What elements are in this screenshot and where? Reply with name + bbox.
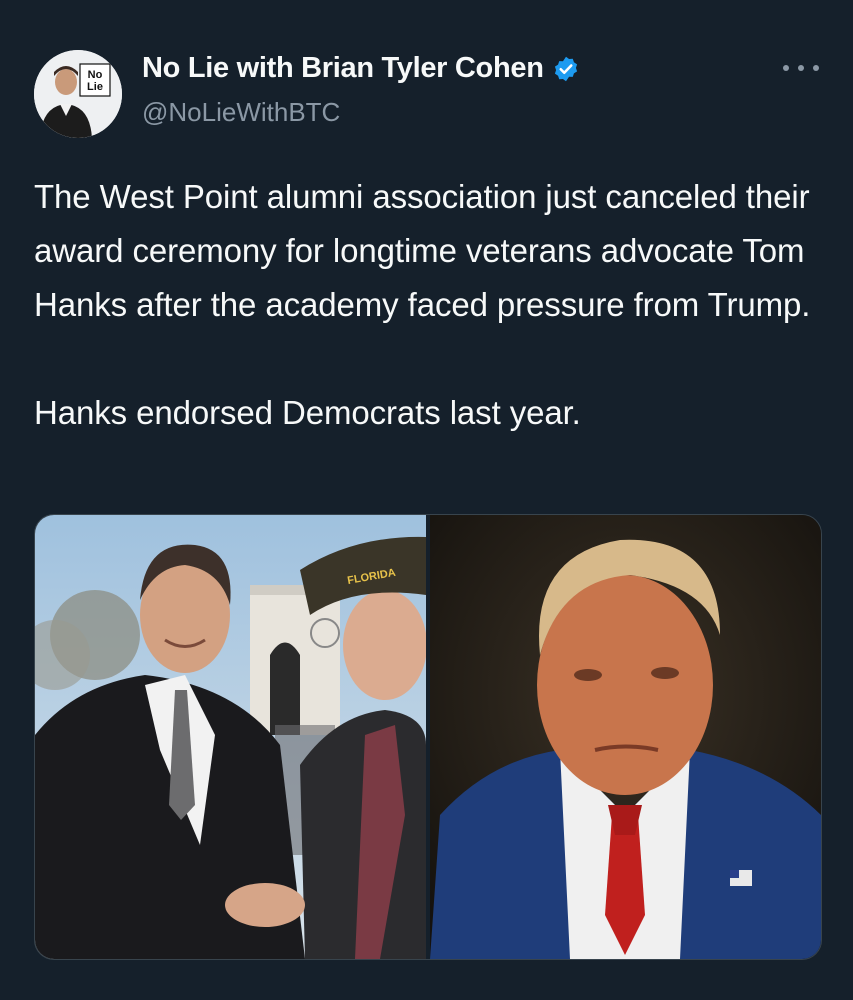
tweet-card[interactable]: No Lie No Lie with Brian Tyler Cohen @No… bbox=[0, 0, 853, 1000]
verified-badge-icon bbox=[552, 55, 580, 83]
photo-hanks-veteran-image: FLORIDA bbox=[35, 515, 426, 959]
author-display-name[interactable]: No Lie with Brian Tyler Cohen bbox=[142, 52, 544, 85]
tweet-paragraph: The West Point alumni association just c… bbox=[34, 178, 811, 323]
more-dot bbox=[813, 65, 819, 71]
tweet-paragraph: Hanks endorsed Democrats last year. bbox=[34, 394, 581, 431]
more-horizontal-icon[interactable] bbox=[783, 56, 819, 80]
photo-trump-portrait[interactable] bbox=[430, 515, 821, 959]
author-name-row[interactable]: No Lie with Brian Tyler Cohen bbox=[142, 52, 580, 85]
avatar-image: No Lie bbox=[34, 50, 122, 138]
photo-hanks-veteran[interactable]: FLORIDA bbox=[35, 515, 426, 959]
author-handle[interactable]: @NoLieWithBTC bbox=[142, 97, 340, 128]
tweet-media[interactable]: FLORIDA bbox=[34, 514, 822, 960]
svg-text:No: No bbox=[88, 69, 103, 81]
more-dot bbox=[783, 65, 789, 71]
author-avatar[interactable]: No Lie bbox=[34, 50, 122, 138]
photo-trump-portrait-image bbox=[430, 515, 821, 959]
tweet-text: The West Point alumni association just c… bbox=[34, 170, 824, 440]
more-dot bbox=[798, 65, 804, 71]
svg-text:Lie: Lie bbox=[87, 81, 103, 93]
